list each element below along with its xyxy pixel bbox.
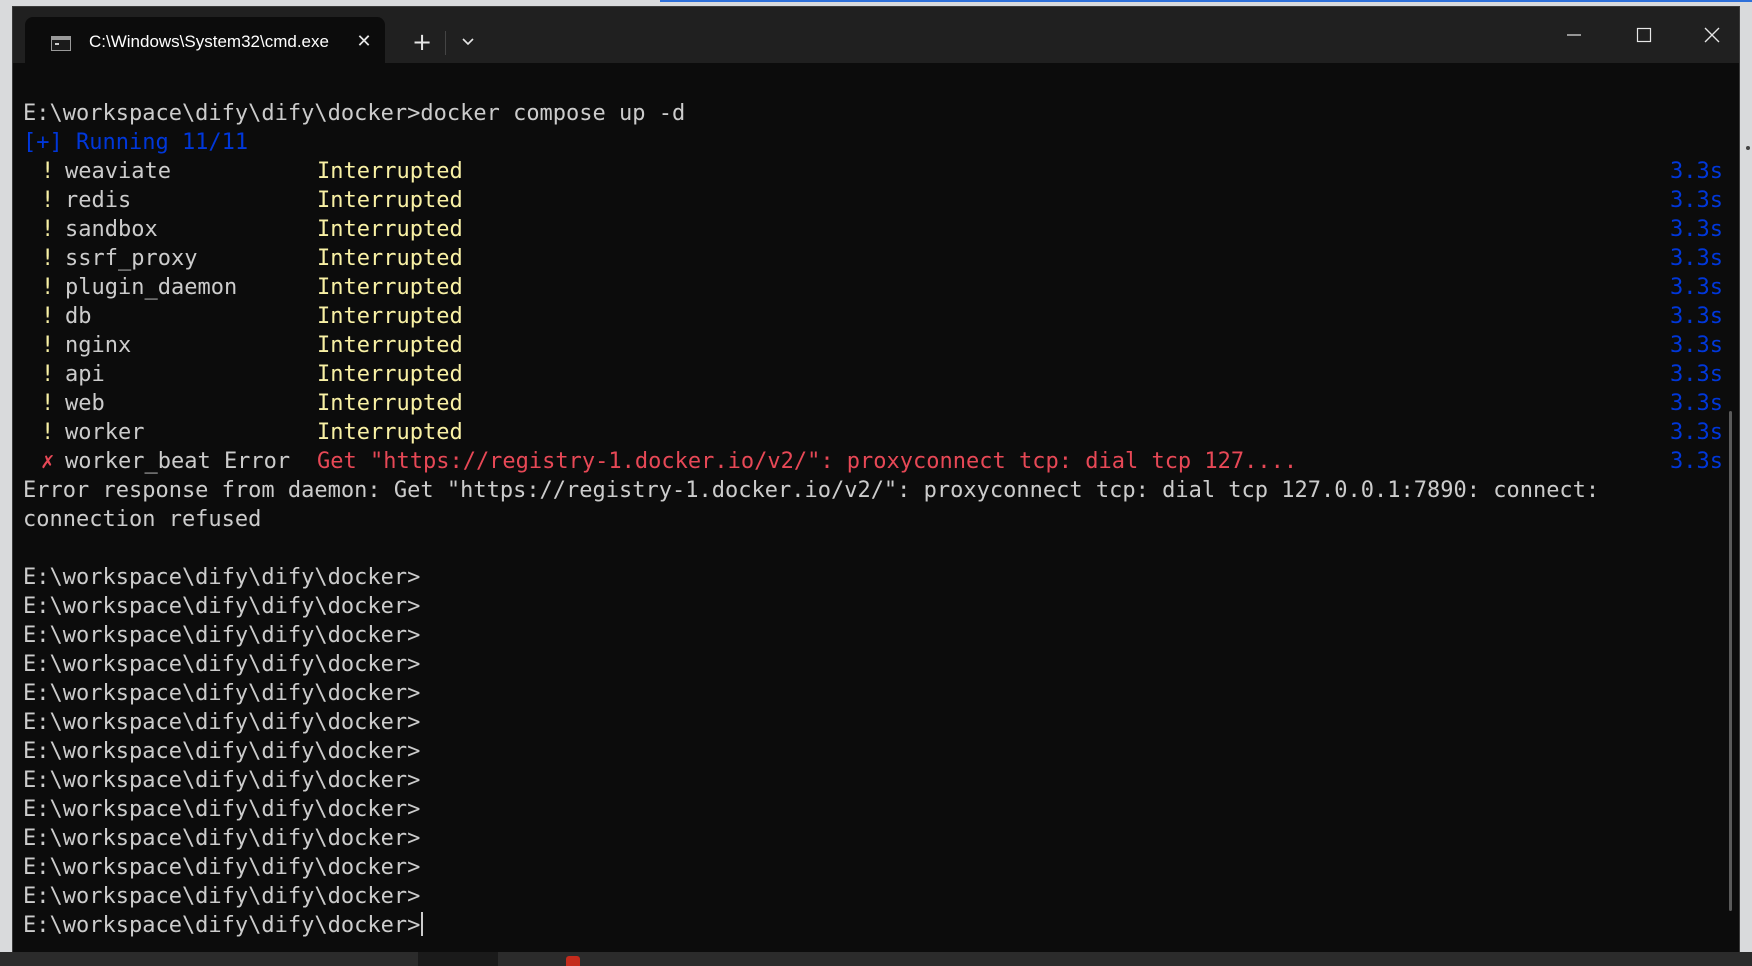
service-name: redis [65,188,132,213]
tab-cmd[interactable]: C:\Windows\System32\cmd.exe ✕ [25,17,385,63]
maximize-button[interactable] [1621,17,1667,53]
service-name: db [65,304,92,329]
prompt-line: E:\workspace\dify\dify\docker> [23,710,421,735]
service-duration: 3.3s [1670,246,1723,271]
prompt-line: E:\workspace\dify\dify\docker> [23,884,421,909]
warning-icon: ! [41,159,55,184]
service-duration: 3.3s [1670,391,1723,416]
service-name: nginx [65,333,132,358]
error-x-icon: ✗ [41,449,55,474]
service-row: ! weaviate Interrupted 3.3s [23,157,1723,186]
scrollbar[interactable] [1729,411,1732,911]
service-row-error: ✗ worker_beat Error Get "https://registr… [23,447,1723,476]
active-prompt-line[interactable]: E:\workspace\dify\dify\docker> [23,911,1723,940]
service-name: plugin_daemon [65,275,238,300]
service-row: ! api Interrupted 3.3s [23,360,1723,389]
service-row: ! ssrf_proxy Interrupted 3.3s [23,244,1723,273]
cmd-icon [51,36,71,51]
service-row: ! plugin_daemon Interrupted 3.3s [23,273,1723,302]
warning-icon: ! [41,188,55,213]
service-duration: 3.3s [1670,217,1723,242]
service-name: worker_beat Error [65,449,291,474]
prompt-line: E:\workspace\dify\dify\docker> [23,652,421,677]
title-bar: C:\Windows\System32\cmd.exe ✕ + [13,7,1739,63]
taskbar-indicator [566,956,580,966]
prompt-line: E:\workspace\dify\dify\docker> [23,855,421,880]
service-status: Interrupted [317,304,463,329]
service-name: worker [65,420,145,445]
service-row: ! worker Interrupted 3.3s [23,418,1723,447]
warning-icon: ! [41,246,55,271]
service-row: ! db Interrupted 3.3s [23,302,1723,331]
tab-close-icon[interactable]: ✕ [353,31,375,53]
service-duration: 3.3s [1670,362,1723,387]
tab-dropdown-button[interactable] [453,27,483,57]
daemon-error-line-continued: connection refused [23,507,262,532]
service-row: ! sandbox Interrupted 3.3s [23,215,1723,244]
service-status: Interrupted [317,275,463,300]
service-status: Interrupted [317,420,463,445]
service-duration: 3.3s [1670,275,1723,300]
desktop-background-glyph [0,726,10,746]
service-status: Interrupted [317,217,463,242]
close-icon [1704,27,1720,43]
warning-icon: ! [41,362,55,387]
service-duration: 3.3s [1670,449,1723,474]
warning-icon: ! [41,420,55,445]
service-duration: 3.3s [1670,188,1723,213]
prompt-line: E:\workspace\dify\dify\docker> [23,826,421,851]
service-name: weaviate [65,159,171,184]
tab-title: C:\Windows\System32\cmd.exe [89,32,329,51]
chevron-down-icon [462,38,474,46]
terminal-window: C:\Windows\System32\cmd.exe ✕ + E:\works… [12,6,1740,954]
prompt-line: E:\workspace\dify\dify\docker> [23,768,421,793]
service-row: ! nginx Interrupted 3.3s [23,331,1723,360]
service-duration: 3.3s [1670,420,1723,445]
taskbar-strip [0,952,1752,966]
taskbar-item [418,952,498,966]
desktop-accent-line [660,0,1752,2]
prompt-line: E:\workspace\dify\dify\docker> [23,739,421,764]
terminal-output[interactable]: E:\workspace\dify\dify\docker>docker com… [23,99,1723,949]
service-status: Interrupted [317,159,463,184]
minimize-button[interactable] [1551,17,1597,53]
service-name: api [65,362,105,387]
prompt-line: E:\workspace\dify\dify\docker> [23,681,421,706]
active-prompt: E:\workspace\dify\dify\docker> [23,913,421,938]
desktop-background-dot [1746,146,1750,150]
warning-icon: ! [41,391,55,416]
service-status: Interrupted [317,333,463,358]
prompt-line: E:\workspace\dify\dify\docker> [23,594,421,619]
tab-separator [445,31,446,55]
command-line: E:\workspace\dify\dify\docker>docker com… [23,101,686,126]
text-cursor [421,912,424,936]
service-name: sandbox [65,217,158,242]
service-name: web [65,391,105,416]
close-window-button[interactable] [1689,17,1735,53]
service-row: ! web Interrupted 3.3s [23,389,1723,418]
service-row: ! redis Interrupted 3.3s [23,186,1723,215]
service-status: Interrupted [317,188,463,213]
service-duration: 3.3s [1670,333,1723,358]
warning-icon: ! [41,304,55,329]
maximize-icon [1636,27,1652,43]
warning-icon: ! [41,275,55,300]
service-name: ssrf_proxy [65,246,198,271]
minimize-icon [1567,34,1581,36]
service-status: Interrupted [317,391,463,416]
warning-icon: ! [41,333,55,358]
daemon-error-line: Error response from daemon: Get "https:/… [23,478,1600,503]
service-duration: 3.3s [1670,159,1723,184]
service-status: Interrupted [317,362,463,387]
prompt-line: E:\workspace\dify\dify\docker> [23,623,421,648]
service-status: Interrupted [317,246,463,271]
new-tab-button[interactable]: + [407,27,437,57]
service-duration: 3.3s [1670,304,1723,329]
running-status-line: [+] Running 11/11 [23,130,249,155]
service-error-message: Get "https://registry-1.docker.io/v2/": … [317,449,1298,474]
warning-icon: ! [41,217,55,242]
prompt-line: E:\workspace\dify\dify\docker> [23,797,421,822]
prompt-line: E:\workspace\dify\dify\docker> [23,565,421,590]
